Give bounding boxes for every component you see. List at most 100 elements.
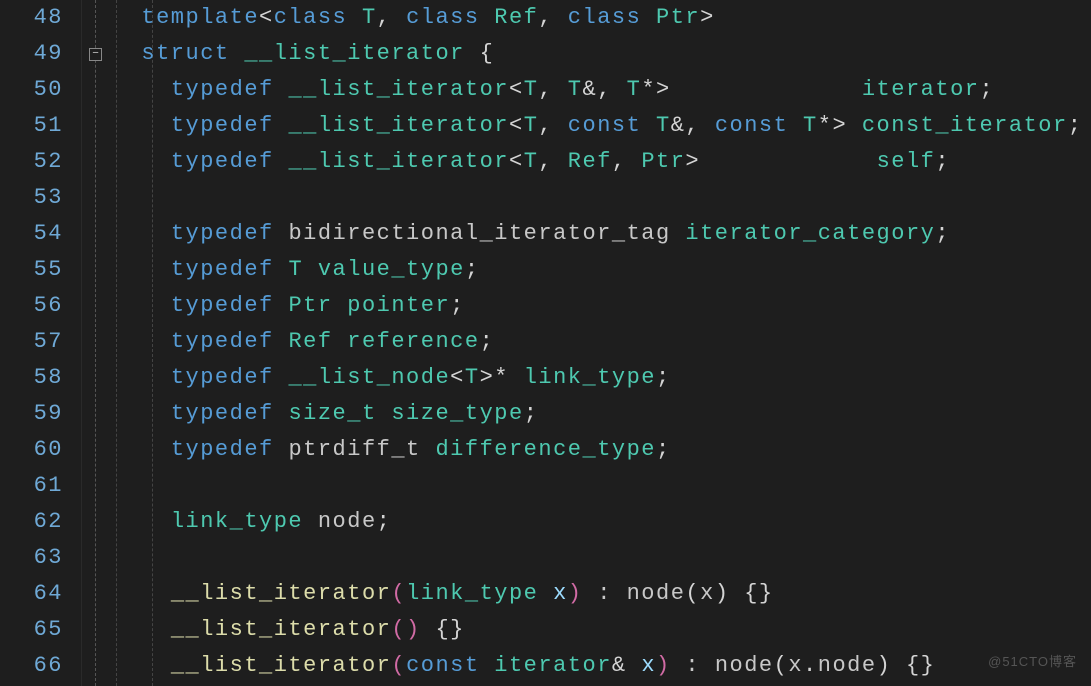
code-line: typedef T value_type;: [112, 252, 1091, 288]
fold-column: −: [82, 0, 110, 686]
token-plain: [303, 257, 318, 282]
token-type: Ref: [288, 329, 332, 354]
token-type: Ptr: [641, 149, 685, 174]
token-kw: const: [715, 113, 789, 138]
token-type: __list_iterator: [244, 41, 465, 66]
token-plain: [274, 221, 289, 246]
token-pink: ): [568, 581, 583, 606]
token-type: T: [524, 77, 539, 102]
token-type: __list_node: [288, 365, 450, 390]
token-punct: <: [509, 149, 524, 174]
token-plain: :: [671, 653, 715, 678]
token-type: T: [524, 113, 539, 138]
token-type: __list_iterator: [288, 113, 509, 138]
token-plain: [612, 77, 627, 102]
token-pink: (: [391, 581, 406, 606]
token-plain: [274, 293, 289, 318]
token-plain: [700, 113, 715, 138]
token-punct: ): [715, 581, 730, 606]
token-plain: :: [583, 581, 627, 606]
token-plain: x: [700, 581, 715, 606]
token-punct: ;: [480, 329, 495, 354]
token-plain: [274, 113, 289, 138]
token-punct: ;: [450, 293, 465, 318]
line-number: 56: [0, 288, 63, 324]
token-plain: node: [715, 653, 774, 678]
code-area[interactable]: template<class T, class Ref, class Ptr> …: [110, 0, 1091, 686]
token-kw: class: [406, 5, 480, 30]
token-func: __list_iterator: [171, 653, 392, 678]
token-pink: (: [391, 653, 406, 678]
token-plain: [553, 149, 568, 174]
token-type: Ref: [494, 5, 538, 30]
token-punct: (: [685, 581, 700, 606]
token-kw: typedef: [171, 437, 274, 462]
token-punct: >: [700, 5, 715, 30]
line-number: 60: [0, 432, 63, 468]
token-plain: [847, 113, 862, 138]
token-type: T: [656, 113, 671, 138]
token-type: link_type: [406, 581, 538, 606]
token-punct: ;: [1068, 113, 1083, 138]
token-func: __list_iterator: [171, 617, 392, 642]
code-line: link_type node;: [112, 504, 1091, 540]
code-line: typedef size_t size_type;: [112, 396, 1091, 432]
token-kw: typedef: [171, 293, 274, 318]
token-plain: node: [818, 653, 877, 678]
token-plain: [641, 113, 656, 138]
line-number: 49: [0, 36, 63, 72]
token-punct: ,: [377, 5, 392, 30]
code-line: __list_iterator() {}: [112, 612, 1091, 648]
token-punct: >*: [480, 365, 524, 390]
token-plain: [274, 437, 289, 462]
token-plain: [730, 581, 745, 606]
token-punct: &,: [583, 77, 612, 102]
token-punct: ,: [538, 149, 553, 174]
token-type: iterator: [862, 77, 980, 102]
code-line: typedef Ref reference;: [112, 324, 1091, 360]
token-type: size_t: [288, 401, 376, 426]
token-punct: ,: [538, 5, 553, 30]
code-line: [112, 540, 1091, 576]
code-line: typedef __list_iterator<T, Ref, Ptr> sel…: [112, 144, 1091, 180]
token-punct: >: [685, 149, 700, 174]
token-type: Ref: [568, 149, 612, 174]
token-type: T: [524, 149, 539, 174]
token-plain: [333, 293, 348, 318]
token-plain: x: [788, 653, 803, 678]
watermark-label: @51CTO博客: [988, 644, 1077, 680]
token-plain: [347, 5, 362, 30]
line-number: 52: [0, 144, 63, 180]
token-plain: [553, 77, 568, 102]
token-type: T: [288, 257, 303, 282]
token-type: T: [568, 77, 583, 102]
token-punct: ;: [656, 437, 671, 462]
token-plain: [274, 401, 289, 426]
token-plain: [553, 5, 568, 30]
line-number: 48: [0, 0, 63, 36]
token-type: iterator_category: [685, 221, 935, 246]
token-punct: ,: [612, 149, 627, 174]
token-punct: <: [450, 365, 465, 390]
token-plain: [274, 257, 289, 282]
token-plain: [391, 5, 406, 30]
token-var: x: [553, 581, 568, 606]
token-punct: ;: [656, 365, 671, 390]
token-plain: [274, 329, 289, 354]
line-number: 54: [0, 216, 63, 252]
line-number: 63: [0, 540, 63, 576]
token-plain: [671, 77, 862, 102]
line-number: 57: [0, 324, 63, 360]
token-kw: const: [568, 113, 642, 138]
token-type: size_type: [391, 401, 523, 426]
code-line: typedef __list_iterator<T, const T&, con…: [112, 108, 1091, 144]
code-editor: 48495051525354555657585960616263646566 −…: [0, 0, 1091, 686]
token-plain: [553, 113, 568, 138]
token-punct: ;: [935, 221, 950, 246]
token-type: __list_iterator: [288, 77, 509, 102]
fold-toggle-icon[interactable]: −: [89, 48, 102, 61]
code-line: [112, 468, 1091, 504]
token-punct: <: [509, 77, 524, 102]
code-line: typedef Ptr pointer;: [112, 288, 1091, 324]
token-type: T: [362, 5, 377, 30]
